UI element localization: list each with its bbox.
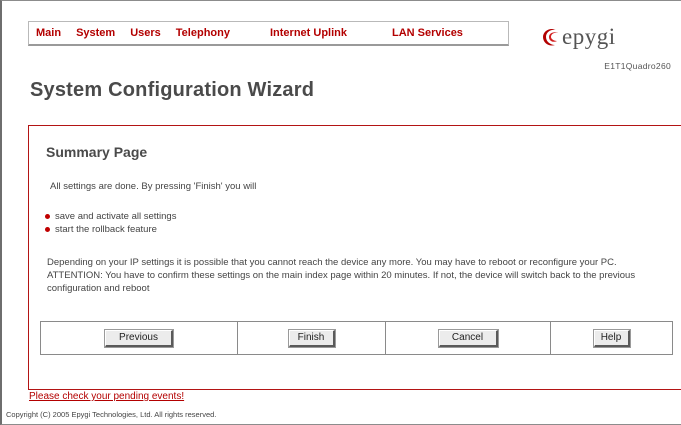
attention-line: ATTENTION: You have to confirm these set…: [47, 270, 636, 294]
button-cell: Finish: [238, 322, 386, 354]
top-navigation: Main System Users Telephony Internet Upl…: [28, 21, 509, 46]
finish-button[interactable]: Finish: [287, 328, 336, 348]
pending-events-link[interactable]: Please check your pending events!: [29, 391, 184, 402]
bullet-icon: [45, 227, 50, 232]
button-cell: Help: [551, 322, 672, 354]
help-button[interactable]: Help: [592, 328, 631, 348]
intro-text: All settings are done. By pressing 'Fini…: [50, 181, 257, 192]
list-item: start the rollback feature: [45, 223, 176, 236]
bullet-text: start the rollback feature: [55, 224, 157, 235]
logo-wordmark: epygi: [562, 24, 616, 49]
device-model: E1T1Quadro260: [604, 61, 671, 71]
nav-users[interactable]: Users: [130, 27, 161, 39]
button-cell: Previous: [41, 322, 238, 354]
nav-lan-services[interactable]: LAN Services: [392, 27, 463, 39]
nav-system[interactable]: System: [76, 27, 115, 39]
info-text: Depending on your IP settings it is poss…: [47, 256, 667, 295]
button-cell: Cancel: [386, 322, 551, 354]
nav-telephony[interactable]: Telephony: [176, 27, 230, 39]
previous-button[interactable]: Previous: [104, 328, 174, 348]
page-title: System Configuration Wizard: [30, 79, 315, 101]
nav-internet-uplink[interactable]: Internet Uplink: [270, 27, 347, 39]
nav-main[interactable]: Main: [36, 27, 61, 39]
summary-panel: Summary Page All settings are done. By p…: [28, 125, 681, 390]
copyright-text: Copyright (C) 2005 Epygi Technologies, L…: [6, 410, 217, 419]
info-line: Depending on your IP settings it is poss…: [47, 257, 617, 268]
bullet-icon: [45, 214, 50, 219]
bullet-text: save and activate all settings: [55, 211, 177, 222]
logo-swirl-icon: [541, 26, 561, 48]
button-bar: Previous Finish Cancel Help: [40, 321, 673, 355]
bullet-list: save and activate all settings start the…: [45, 210, 176, 236]
panel-title: Summary Page: [46, 144, 148, 160]
list-item: save and activate all settings: [45, 210, 176, 223]
cancel-button[interactable]: Cancel: [437, 328, 499, 348]
epygi-logo: epygi: [541, 20, 676, 54]
